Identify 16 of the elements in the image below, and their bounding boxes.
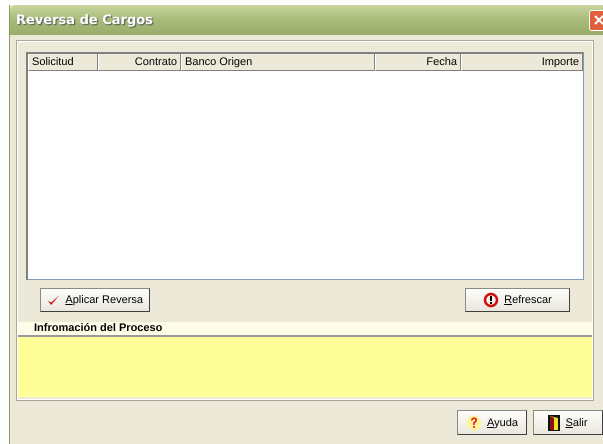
footer-button[interactable]: Salir [533,410,603,435]
close-icon [594,15,603,25]
question-mark-icon [466,414,482,430]
close-button[interactable] [589,10,603,30]
action-button[interactable]: Refrescar [465,288,570,312]
column-header[interactable]: Fecha [375,54,461,71]
column-header[interactable]: Solicitud [28,54,98,71]
column-header[interactable]: Contrato [98,54,181,71]
info-panel-title: Infromación del Proceso [34,322,162,334]
checkmark-icon [47,293,60,307]
window-title: Reversa de Cargos [16,12,153,28]
action-button[interactable]: Aplicar Reversa [40,288,150,312]
column-header[interactable]: Banco Origen [181,54,375,71]
column-header[interactable]: Importe [461,54,583,71]
footer-button[interactable]: Ayuda [457,410,527,435]
door-icon [548,414,560,430]
